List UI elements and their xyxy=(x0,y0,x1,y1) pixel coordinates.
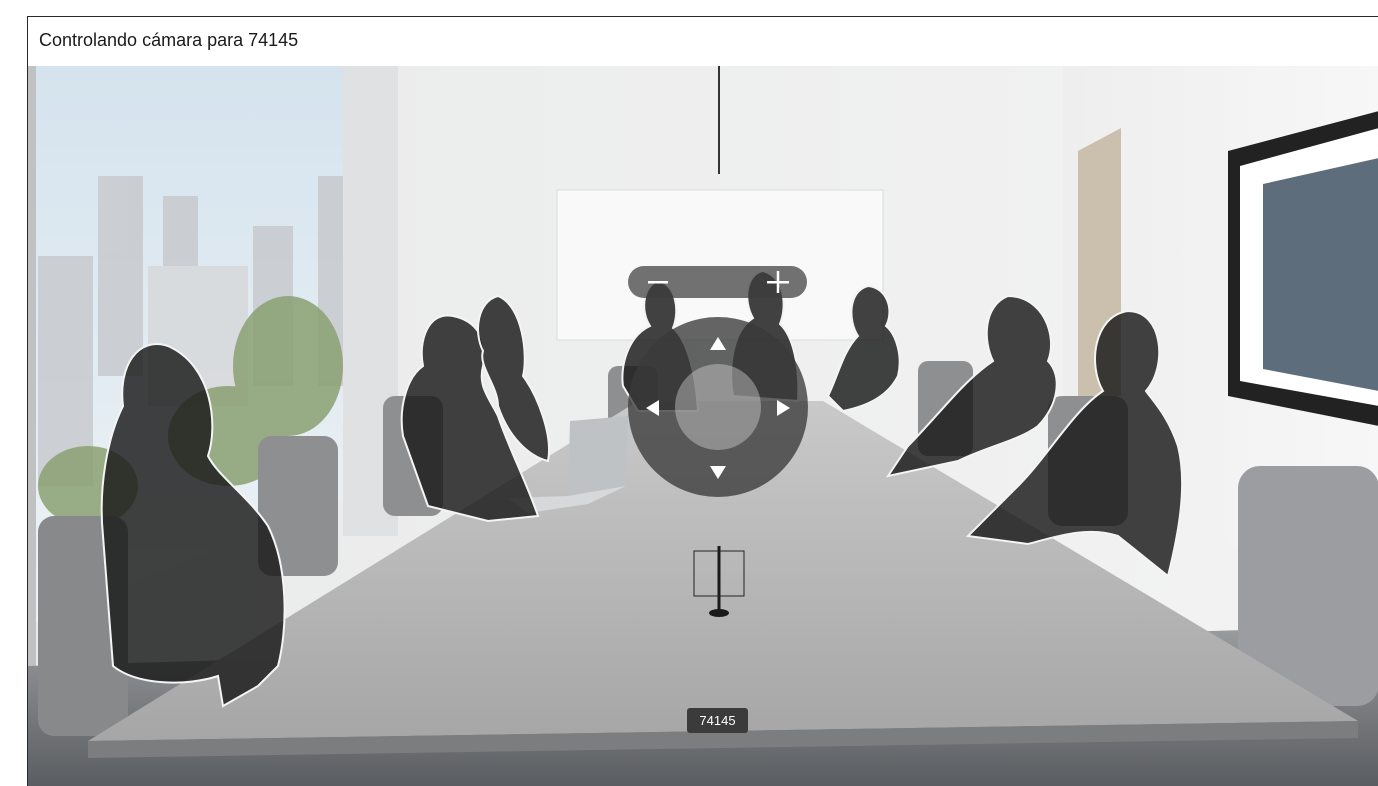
pan-up-button[interactable] xyxy=(703,329,733,359)
zoom-out-button[interactable] xyxy=(632,266,682,298)
pan-left-button[interactable] xyxy=(638,393,668,423)
triangle-down-icon xyxy=(710,466,726,479)
plus-icon xyxy=(767,271,789,293)
zoom-control xyxy=(628,266,807,298)
page-title: Controlando cámara para 74145 xyxy=(39,30,299,50)
triangle-right-icon xyxy=(777,400,790,416)
zoom-in-button[interactable] xyxy=(753,266,803,298)
pan-down-button[interactable] xyxy=(703,457,733,487)
triangle-left-icon xyxy=(646,400,659,416)
header-bar: Controlando cámara para 74145 xyxy=(28,17,1378,66)
minus-icon xyxy=(648,281,668,284)
pan-tilt-control xyxy=(628,317,808,497)
camera-control-window: Controlando cámara para 74145 74145 xyxy=(27,16,1378,786)
pan-right-button[interactable] xyxy=(768,393,798,423)
pan-tilt-center xyxy=(675,364,761,450)
participant-label: 74145 xyxy=(687,708,748,733)
triangle-up-icon xyxy=(710,337,726,350)
